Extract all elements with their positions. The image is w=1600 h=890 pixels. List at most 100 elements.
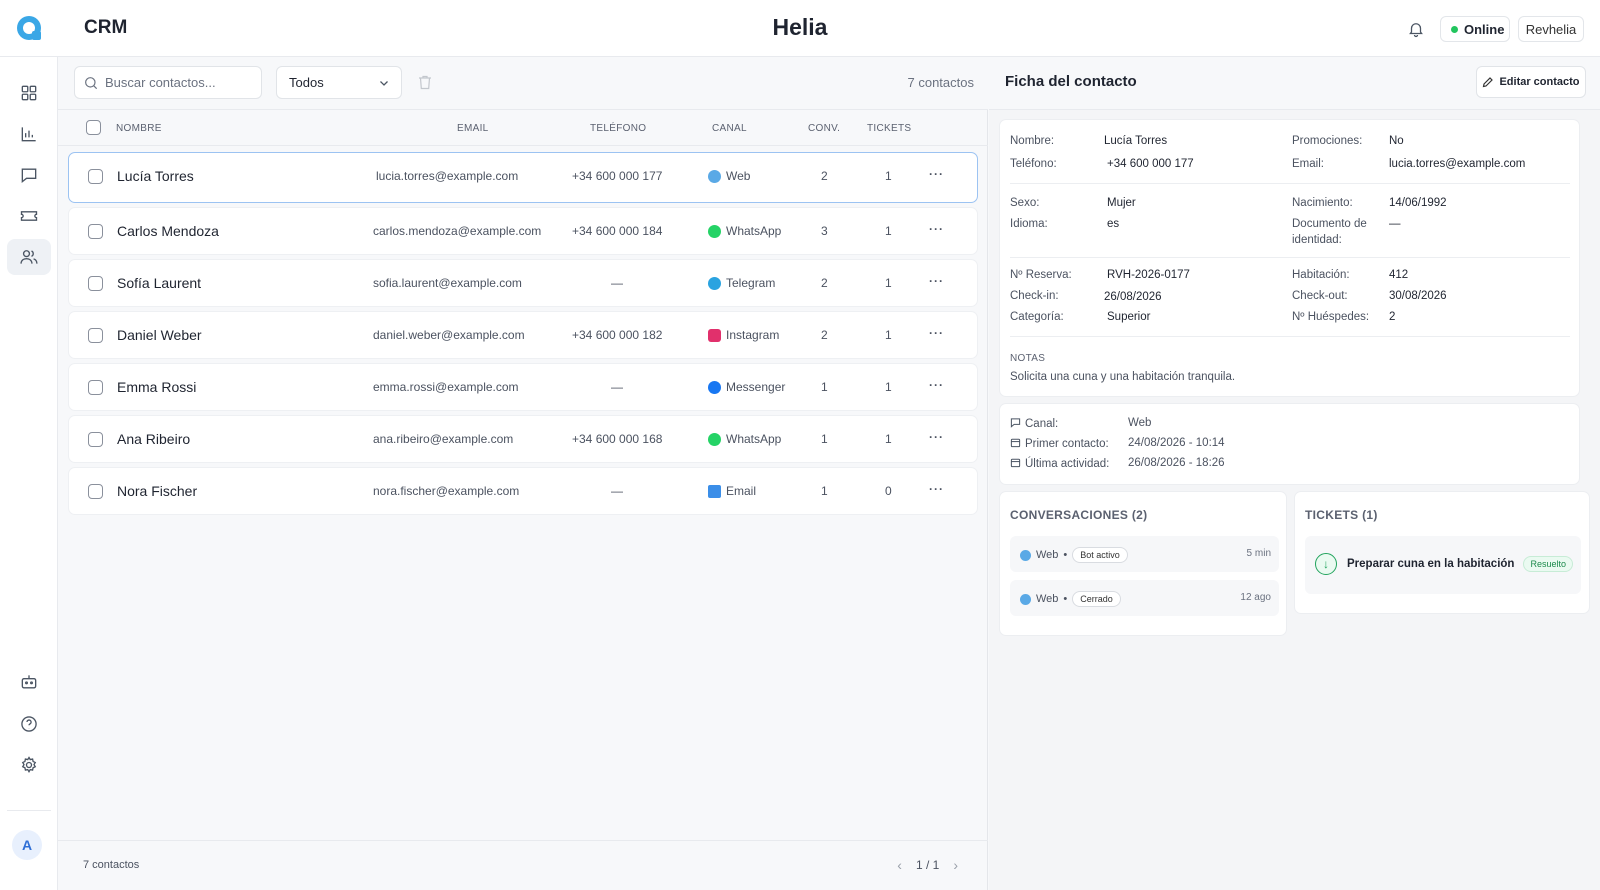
table-row[interactable]: Lucía Torres lucia.torres@example.com +3… <box>68 152 978 203</box>
sidebar-item-help[interactable] <box>7 706 51 742</box>
trash-icon[interactable] <box>418 75 432 90</box>
meta-last-activity-value: 26/08/2026 - 18:26 <box>1128 457 1225 469</box>
conversation-channel: Web <box>1036 549 1059 561</box>
row-menu-icon[interactable]: ··· <box>929 430 944 444</box>
column-header-phone[interactable]: TELÉFONO <box>590 123 646 134</box>
column-header-tickets[interactable]: TICKETS <box>867 123 911 134</box>
online-dot-icon <box>1451 25 1458 33</box>
field-value: RVH-2026-0177 <box>1107 269 1190 281</box>
row-menu-icon[interactable]: ··· <box>929 482 944 496</box>
channel-label: WhatsApp <box>726 432 782 446</box>
table-row[interactable]: Emma Rossi emma.rossi@example.com — Mess… <box>68 363 978 411</box>
field-label: Documento de <box>1292 218 1367 230</box>
sidebar: A <box>0 57 58 890</box>
sidebar-item-tickets[interactable] <box>7 198 51 234</box>
contact-name: Ana Ribeiro <box>117 431 191 447</box>
sidebar-item-dashboard[interactable] <box>7 75 51 111</box>
row-menu-icon[interactable]: ··· <box>929 167 944 181</box>
field-label: identidad: <box>1292 234 1342 246</box>
select-all-checkbox[interactable] <box>86 120 101 135</box>
contact-conv-count: 2 <box>821 276 828 290</box>
row-checkbox[interactable] <box>88 380 103 395</box>
user-menu-button[interactable]: Revhelia <box>1518 16 1584 42</box>
ticket-icon <box>20 211 38 221</box>
contact-name: Emma Rossi <box>117 379 197 395</box>
brand-title: Helia <box>772 14 828 40</box>
row-checkbox[interactable] <box>88 484 103 499</box>
avatar[interactable]: A <box>12 830 42 860</box>
prev-page-icon[interactable]: ‹ <box>897 857 902 873</box>
tickets-title: TICKETS (1) <box>1305 508 1378 522</box>
channel-label: Email <box>726 484 757 498</box>
contact-email: lucia.torres@example.com <box>376 169 519 183</box>
search-icon <box>85 77 98 90</box>
contact-channel: WhatsApp <box>708 432 781 446</box>
table-row[interactable]: Sofía Laurent sofia.laurent@example.com … <box>68 259 978 307</box>
meta-channel-key: Canal: <box>1025 418 1059 430</box>
column-header-name[interactable]: NOMBRE <box>116 123 162 134</box>
field-label: Nº Reserva: <box>1010 269 1072 281</box>
list-item[interactable]: Web • Cerrado 12 ago <box>1010 580 1279 616</box>
field-value: 30/08/2026 <box>1389 290 1447 302</box>
status-badge[interactable]: Online <box>1440 16 1510 42</box>
field-label: Email: <box>1292 158 1324 170</box>
row-menu-icon[interactable]: ··· <box>929 326 944 340</box>
search-input[interactable] <box>105 67 255 98</box>
conversations-title: CONVERSACIONES (2) <box>1010 508 1148 522</box>
contact-name: Nora Fischer <box>117 483 198 499</box>
list-item[interactable]: Web • Bot activo 5 min <box>1010 536 1279 572</box>
table-row[interactable]: Nora Fischer nora.fischer@example.com — … <box>68 467 978 515</box>
sidebar-item-settings[interactable] <box>7 747 51 783</box>
divider <box>1010 336 1570 337</box>
web-channel-icon <box>1020 549 1031 561</box>
contact-phone: +34 600 000 182 <box>572 328 663 342</box>
row-checkbox[interactable] <box>88 328 103 343</box>
contacts-table-body: Lucía Torres lucia.torres@example.com +3… <box>68 152 978 519</box>
bell-icon[interactable] <box>1407 19 1425 39</box>
sidebar-item-bot[interactable] <box>7 664 51 700</box>
contact-name: Daniel Weber <box>117 327 202 343</box>
contact-email: daniel.weber@example.com <box>373 328 525 342</box>
meta-first-contact-label: Primer contacto: <box>1010 437 1109 450</box>
row-checkbox[interactable] <box>88 224 103 239</box>
conversation-channel: Web <box>1036 593 1059 605</box>
row-checkbox[interactable] <box>88 276 103 291</box>
edit-contact-button[interactable]: Editar contacto <box>1476 66 1586 98</box>
field-value: No <box>1389 135 1404 147</box>
contact-email: sofia.laurent@example.com <box>373 276 522 290</box>
table-row[interactable]: Daniel Weber daniel.weber@example.com +3… <box>68 311 978 359</box>
instagram-channel-icon <box>708 328 721 342</box>
contact-channel: WhatsApp <box>708 224 781 238</box>
table-row[interactable]: Ana Ribeiro ana.ribeiro@example.com +34 … <box>68 415 978 463</box>
conversation-time: 12 ago <box>1240 592 1271 603</box>
conversations-card: CONVERSACIONES (2) Web • Bot activo 5 mi… <box>999 491 1287 636</box>
web-channel-icon <box>1020 593 1031 605</box>
column-header-email[interactable]: EMAIL <box>457 123 489 134</box>
list-item[interactable]: ↓ Preparar cuna en la habitación Resuelt… <box>1305 536 1581 594</box>
divider <box>1010 257 1570 258</box>
sidebar-item-analytics[interactable] <box>7 116 51 152</box>
column-header-channel[interactable]: CANAL <box>712 123 747 134</box>
table-row[interactable]: Carlos Mendoza carlos.mendoza@example.co… <box>68 207 978 255</box>
email-channel-icon <box>708 484 721 498</box>
field-value: 412 <box>1389 269 1409 281</box>
row-menu-icon[interactable]: ··· <box>929 274 944 288</box>
row-menu-icon[interactable]: ··· <box>929 222 944 236</box>
field-label: Sexo: <box>1010 197 1040 209</box>
filter-select[interactable]: Todos <box>276 66 402 99</box>
column-header-conv[interactable]: CONV. <box>808 123 840 134</box>
contact-phone: — <box>611 380 623 394</box>
analytics-icon <box>21 127 36 142</box>
next-page-icon[interactable]: › <box>953 857 958 873</box>
meta-first-contact-key: Primer contacto: <box>1025 438 1109 450</box>
sidebar-item-conversations[interactable] <box>7 157 51 193</box>
row-checkbox[interactable] <box>88 432 103 447</box>
contact-ticket-count: 0 <box>885 484 892 498</box>
arrow-down-icon: ↓ <box>1315 553 1337 575</box>
row-checkbox[interactable] <box>88 169 103 184</box>
contact-email: nora.fischer@example.com <box>373 484 520 498</box>
sidebar-item-contacts[interactable] <box>7 239 51 275</box>
field-value: — <box>1389 218 1401 230</box>
row-menu-icon[interactable]: ··· <box>929 378 944 392</box>
meta-last-activity-label: Última actividad: <box>1010 457 1109 470</box>
